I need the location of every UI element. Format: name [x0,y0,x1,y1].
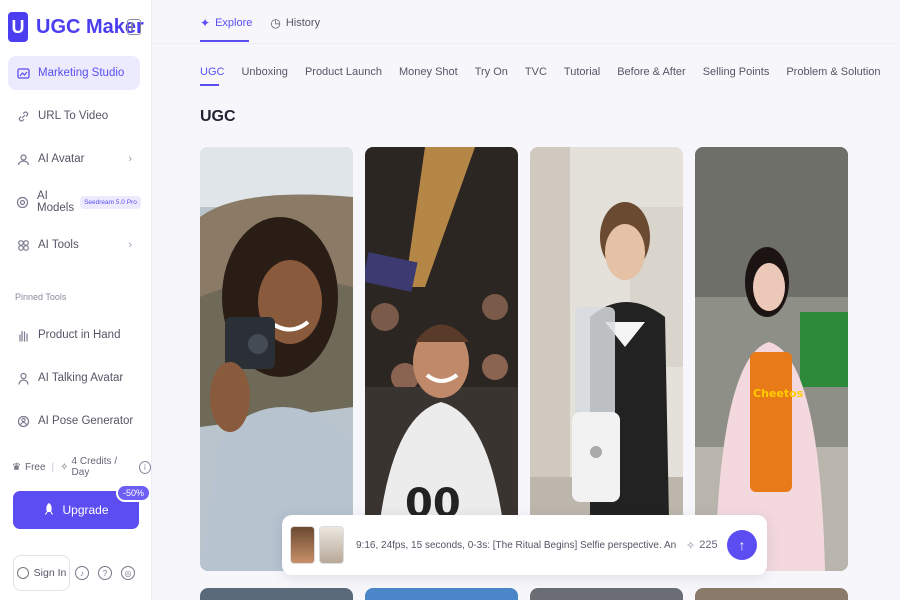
studio-icon [16,66,30,80]
category-product-launch[interactable]: Product Launch [305,66,382,82]
tiktok-icon[interactable]: ♪ [75,566,89,580]
category-tvc[interactable]: TVC [525,66,547,82]
category-unboxing[interactable]: Unboxing [241,66,287,82]
sidebar-item-marketing-studio[interactable]: Marketing Studio [8,56,140,90]
sidebar-item-label: AI Avatar [38,153,85,165]
chevron-right-icon: › [128,153,132,165]
avatar-icon [16,152,30,166]
video-card[interactable] [530,588,683,600]
sidebar: U UGC Maker Marketing Studio URL To Vide… [0,0,152,600]
sidebar-item-label: AI Models [37,190,75,214]
person-icon [16,371,30,385]
category-try-on[interactable]: Try On [475,66,508,82]
tools-icon [16,238,30,252]
discount-badge: -50% [116,484,152,502]
model-badge: Seedream 5.0 Pro [80,195,141,209]
sign-in-button[interactable]: Sign In [13,555,70,591]
prompt-input[interactable]: 9:16, 24fps, 15 seconds, 0-3s: [The Ritu… [356,540,676,551]
sidebar-item-ai-tools[interactable]: AI Tools › [8,228,140,262]
credit-value: 225 [699,539,718,551]
tab-history[interactable]: ◷ History [270,12,320,34]
collapse-sidebar-icon[interactable] [127,19,141,35]
sparkle-icon: ✧ [60,461,69,473]
ugc-fan-crowd-thumbnail: 00 [365,147,518,571]
section-title: UGC [200,108,236,125]
ugc-cheetos-snack-thumbnail: Cheetos [695,147,848,571]
sparkle-icon: ✦ [200,16,211,30]
sidebar-item-url-to-video[interactable]: URL To Video [8,99,140,133]
sidebar-item-label: Marketing Studio [38,67,125,79]
sidebar-item-ai-models[interactable]: AI Models Seedream 5.0 Pro [8,185,141,219]
category-tabs: UGC Unboxing Product Launch Money Shot T… [200,66,898,82]
divider [152,43,900,44]
credit-cost: ✧ 225 [686,539,718,552]
hand-icon [16,328,30,342]
tab-label: History [285,17,321,29]
active-category-indicator [200,84,219,86]
link-icon [16,109,30,123]
pose-icon [16,414,30,428]
ugc-blender-kitchen-thumbnail [530,147,683,571]
language-icon[interactable]: ◎ [121,566,135,580]
upgrade-label: Upgrade [62,503,109,517]
sidebar-item-label: AI Pose Generator [38,415,134,427]
pinned-item-ai-talking-avatar[interactable]: AI Talking Avatar [8,361,140,395]
category-selling-points[interactable]: Selling Points [703,66,770,82]
pinned-item-ai-pose-generator[interactable]: AI Pose Generator [8,404,140,438]
brand[interactable]: U UGC Maker [8,12,144,42]
chevron-right-icon: › [128,239,132,251]
pinned-item-product-in-hand[interactable]: Product in Hand [8,318,140,352]
send-button[interactable]: ↑ [727,530,757,560]
svg-text:Cheetos: Cheetos [753,387,804,400]
reference-thumbnail[interactable] [319,526,344,564]
category-tutorial[interactable]: Tutorial [564,66,600,82]
video-card[interactable]: 00 [365,147,518,571]
sign-in-label: Sign In [33,567,67,579]
sparkle-icon: ✧ [686,539,696,552]
plan-tier: Free [24,461,46,473]
crown-icon: ♛ [12,461,21,473]
user-icon [16,567,29,579]
prompt-bar[interactable]: 9:16, 24fps, 15 seconds, 0-3s: [The Ritu… [282,515,767,575]
video-card[interactable] [200,588,353,600]
category-problem-solution[interactable]: Problem & Solution [786,66,880,82]
active-tab-indicator [200,40,249,42]
category-money-shot[interactable]: Money Shot [399,66,458,82]
reference-thumbnail[interactable] [290,526,315,564]
divider: | [51,461,55,473]
pinned-tools-label: Pinned Tools [15,292,67,302]
category-ugc[interactable]: UGC [200,66,224,82]
rocket-icon [43,502,55,519]
tab-explore[interactable]: ✦ Explore [200,12,252,34]
top-tabs: ✦ Explore ◷ History [200,12,338,34]
help-icon[interactable]: ? [98,566,112,580]
plan-info: ♛ Free | ✧ 4 Credits / Day i [12,456,151,478]
models-icon [16,195,29,209]
plan-credits: 4 Credits / Day [71,456,118,478]
video-card[interactable] [365,588,518,600]
sidebar-item-label: URL To Video [38,110,109,122]
video-card[interactable] [695,588,848,600]
sidebar-item-label: AI Talking Avatar [38,372,124,384]
ugc-camera-selfie-thumbnail [200,147,353,571]
category-before-after[interactable]: Before & After [617,66,685,82]
info-icon[interactable]: i [138,460,151,474]
sidebar-item-ai-avatar[interactable]: AI Avatar › [8,142,140,176]
sidebar-item-label: AI Tools [38,239,79,251]
clock-icon: ◷ [270,16,281,30]
video-card[interactable] [200,147,353,571]
tab-label: Explore [215,17,253,29]
video-card[interactable]: Cheetos [695,147,848,571]
brand-logo: U [8,12,28,42]
arrow-up-icon: ↑ [738,537,746,553]
sidebar-item-label: Product in Hand [38,329,121,341]
video-card[interactable] [530,147,683,571]
